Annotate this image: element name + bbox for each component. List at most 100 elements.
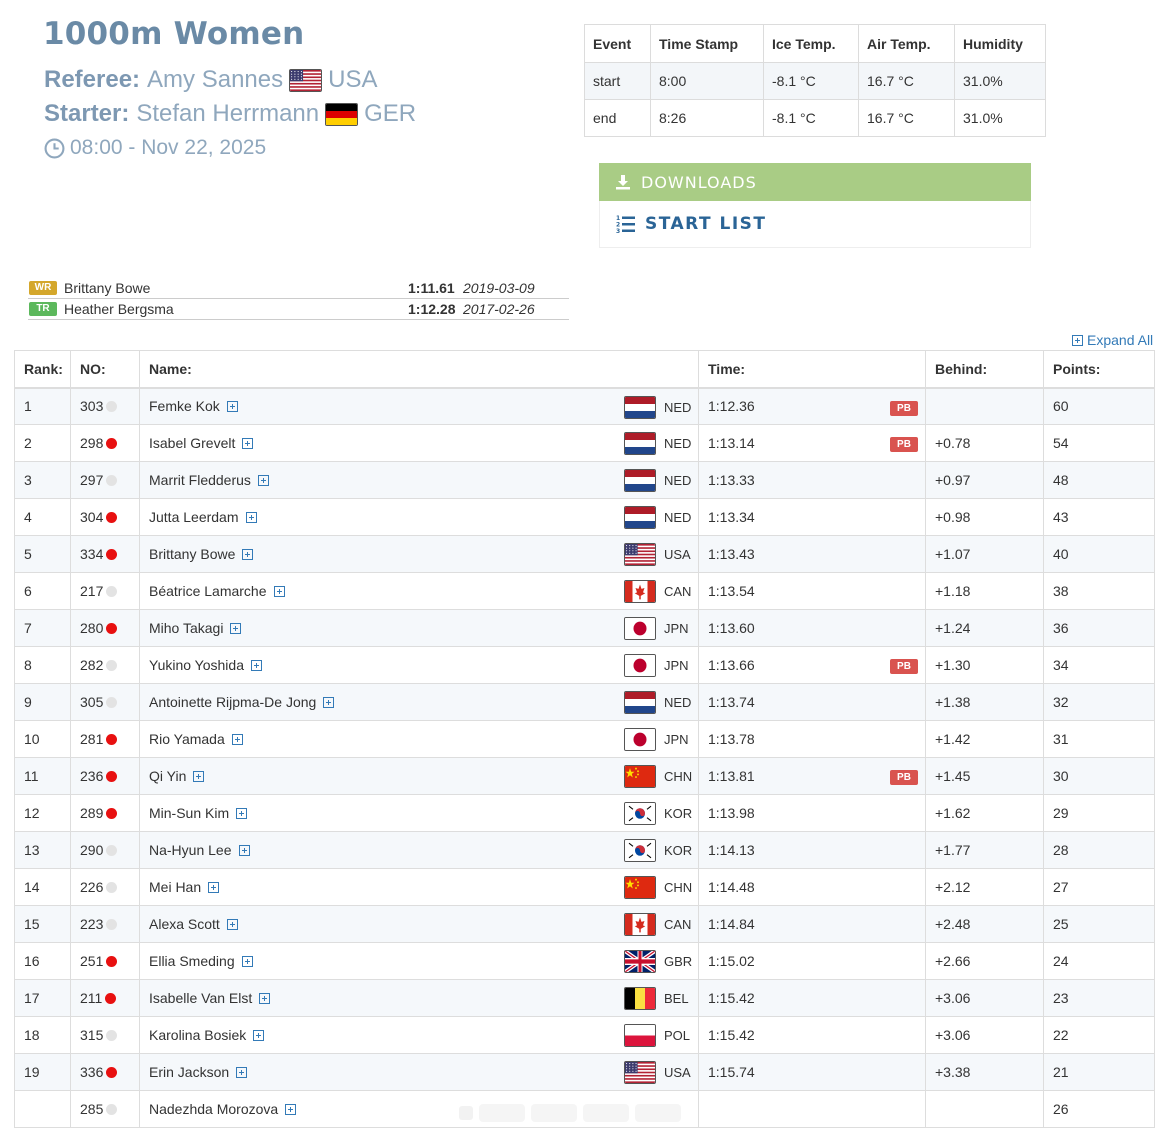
- result-row: 19 336 Erin Jackson USA 1:15.74 +3.38 21: [14, 1053, 1155, 1091]
- no-cell: 236: [70, 757, 140, 795]
- referee-line: Referee: Amy Sannes USA: [44, 66, 377, 94]
- points-cell: 27: [1043, 868, 1155, 906]
- personal-best-badge: PB: [890, 659, 918, 674]
- behind-cell: +1.77: [925, 831, 1044, 869]
- grey-status-dot-icon: [106, 660, 118, 671]
- downloads-button[interactable]: DOWNLOADS: [599, 163, 1031, 201]
- skater-name: Karolina Bosiek: [149, 1027, 247, 1043]
- download-icon: [616, 175, 630, 190]
- expand-row-plus-icon[interactable]: [285, 1104, 297, 1115]
- country-code: KOR: [664, 806, 693, 821]
- time-cell: 1:15.02: [698, 942, 926, 980]
- expand-row-plus-icon[interactable]: [273, 586, 285, 597]
- weather-cell: 16.7 °C: [858, 62, 955, 100]
- time-cell: 1:15.42: [698, 1016, 926, 1054]
- expand-row-plus-icon[interactable]: [257, 475, 269, 486]
- behind-cell: +0.78: [925, 424, 1044, 462]
- result-row: 11 236 Qi Yin CHN 1:13.81 PB +1.45 30: [14, 757, 1155, 795]
- expand-row-plus-icon[interactable]: [323, 697, 335, 708]
- belgium-flag-icon: [624, 987, 656, 1010]
- expand-row-plus-icon[interactable]: [242, 438, 254, 449]
- country-code: USA: [664, 1065, 691, 1080]
- expand-row-plus-icon[interactable]: [253, 1030, 265, 1041]
- name-cell: Isabelle Van Elst BEL: [139, 979, 699, 1017]
- expand-row-plus-icon[interactable]: [236, 808, 248, 819]
- expand-row-plus-icon[interactable]: [231, 734, 243, 745]
- grey-status-dot-icon: [106, 919, 118, 930]
- behind-cell: +1.38: [925, 683, 1044, 721]
- rank-cell: 18: [14, 1016, 71, 1054]
- expand-row-plus-icon[interactable]: [238, 845, 250, 856]
- start-list-button[interactable]: 1 2 3 START LIST: [599, 201, 1031, 248]
- personal-best-badge: PB: [890, 400, 918, 416]
- race-time: 1:12.36: [708, 398, 755, 415]
- expand-row-plus-icon[interactable]: [242, 549, 254, 560]
- expand-row-plus-icon[interactable]: [245, 512, 257, 523]
- time-cell: [698, 1090, 926, 1128]
- starter-label: Starter:: [44, 100, 130, 127]
- behind-cell: +1.45: [925, 757, 1044, 795]
- no-cell: 282: [70, 646, 140, 684]
- results-header-row: Rank: NO: Name: Time: Behind: Points:: [14, 350, 1155, 389]
- points-cell: 40: [1043, 535, 1155, 573]
- race-time: 1:14.13: [708, 842, 755, 858]
- record-holder: Heather Bergsma: [64, 301, 174, 317]
- name-cell: Erin Jackson USA: [139, 1053, 699, 1091]
- behind-cell: [925, 387, 1044, 425]
- time-cell: 1:13.43: [698, 535, 926, 573]
- country-code: JPN: [664, 732, 689, 747]
- race-time: 1:15.74: [708, 1064, 755, 1080]
- starter-line: Starter: Stefan Herrmann GER: [44, 100, 416, 128]
- weather-col-ice-temp: Ice Temp.: [763, 24, 859, 63]
- expand-row-plus-icon[interactable]: [236, 1067, 248, 1078]
- behind-cell: +1.18: [925, 572, 1044, 610]
- no-cell: 334: [70, 535, 140, 573]
- skater-name: Isabelle Van Elst: [149, 990, 253, 1006]
- bib-number: 251: [80, 953, 104, 969]
- skater-name: Ellia Smeding: [149, 953, 235, 969]
- behind-cell: [925, 1090, 1044, 1128]
- expand-row-plus-icon[interactable]: [208, 882, 220, 893]
- usa-flag-icon: [624, 543, 656, 566]
- start-list-label: START LIST: [645, 214, 767, 234]
- expand-row-plus-icon[interactable]: [230, 623, 242, 634]
- poland-flag-icon: [624, 1024, 656, 1047]
- expand-row-plus-icon[interactable]: [250, 660, 262, 671]
- personal-best-badge: PB: [890, 770, 918, 785]
- country-flag: KOR: [624, 839, 692, 862]
- name-cell: Miho Takagi JPN: [139, 609, 699, 647]
- points-cell: 48: [1043, 461, 1155, 499]
- race-time: 1:13.60: [708, 620, 755, 636]
- country-flag: NED: [624, 469, 691, 492]
- red-status-dot-icon: [105, 993, 117, 1004]
- expand-all-link[interactable]: Expand All: [1072, 332, 1153, 348]
- expand-row-plus-icon[interactable]: [226, 919, 238, 930]
- ordered-list-icon: 1 2 3: [616, 215, 635, 234]
- weather-cell: 16.7 °C: [858, 99, 955, 137]
- name-cell: Femke Kok NED: [139, 387, 699, 425]
- no-cell: 305: [70, 683, 140, 721]
- time-cell: 1:13.60: [698, 609, 926, 647]
- skater-name: Béatrice Lamarche: [149, 583, 267, 599]
- result-row: 13 290 Na-Hyun Lee KOR 1:14.13 +1.77 28: [14, 831, 1155, 869]
- no-cell: 211: [70, 979, 140, 1017]
- bib-number: 298: [80, 435, 104, 451]
- behind-cell: +1.24: [925, 609, 1044, 647]
- bib-number: 285: [80, 1101, 104, 1117]
- bib-number: 305: [80, 694, 104, 710]
- no-cell: 303: [70, 387, 140, 425]
- expand-row-plus-icon[interactable]: [241, 956, 253, 967]
- red-status-dot-icon: [106, 549, 118, 560]
- netherlands-flag-icon: [624, 691, 656, 714]
- expand-row-plus-icon[interactable]: [259, 993, 271, 1004]
- time-cell: 1:13.14 PB: [698, 424, 926, 462]
- weather-col-air-temp: Air Temp.: [858, 24, 955, 63]
- weather-col-event: Event: [584, 24, 651, 63]
- expand-row-plus-icon[interactable]: [226, 401, 238, 413]
- col-behind: Behind:: [925, 350, 1044, 389]
- bib-number: 303: [80, 398, 104, 415]
- expand-row-plus-icon[interactable]: [193, 771, 205, 782]
- points-cell: 24: [1043, 942, 1155, 980]
- event-datetime: 08:00 - Nov 22, 2025: [44, 136, 266, 160]
- time-cell: 1:15.74: [698, 1053, 926, 1091]
